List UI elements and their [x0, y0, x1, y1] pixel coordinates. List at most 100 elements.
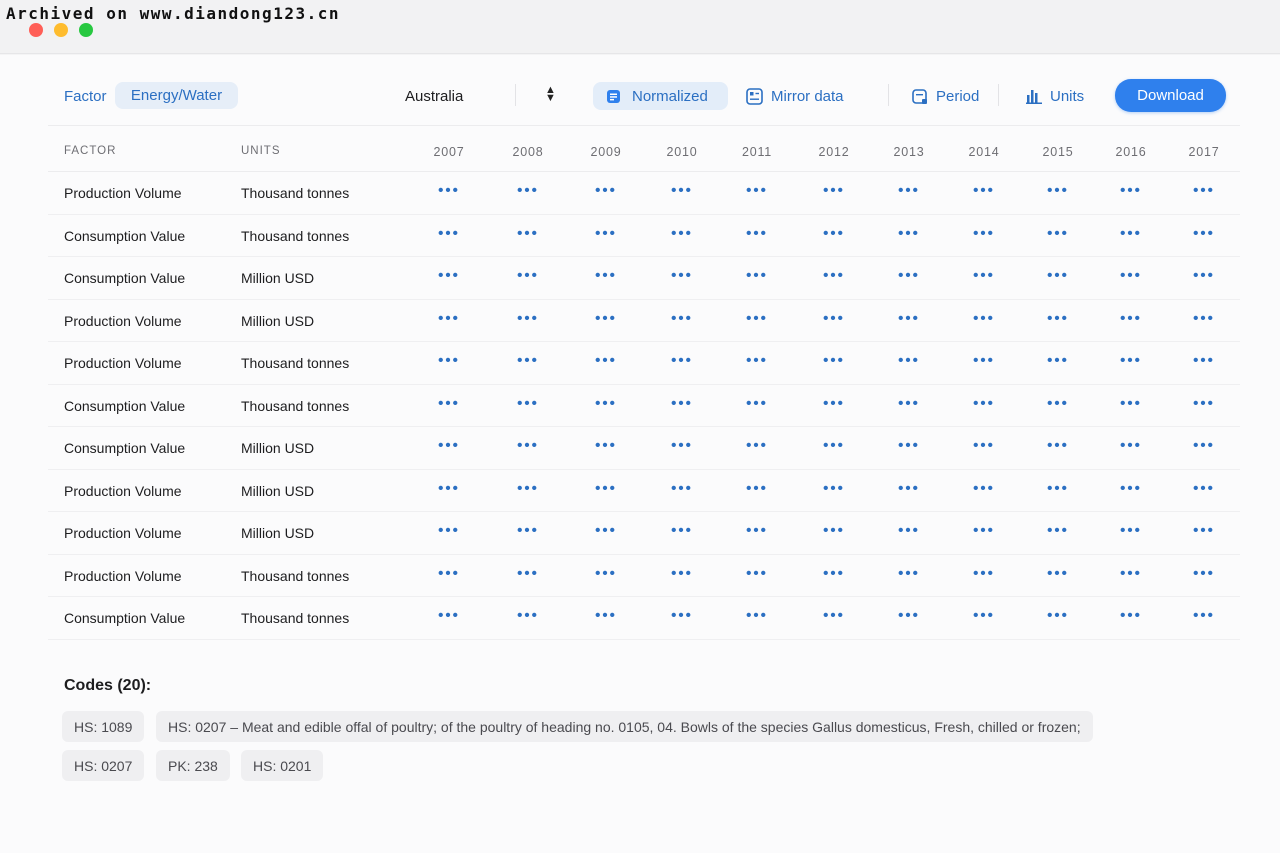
more-options-icon[interactable]: ••• — [1028, 396, 1088, 411]
more-options-icon[interactable]: ••• — [954, 566, 1014, 581]
mirror-data-button[interactable]: Mirror data — [746, 84, 844, 108]
more-options-icon[interactable]: ••• — [652, 523, 712, 538]
more-options-icon[interactable]: ••• — [727, 481, 787, 496]
more-options-icon[interactable]: ••• — [498, 396, 558, 411]
more-options-icon[interactable]: ••• — [1101, 481, 1161, 496]
more-options-icon[interactable]: ••• — [498, 183, 558, 198]
more-options-icon[interactable]: ••• — [419, 226, 479, 241]
more-options-icon[interactable]: ••• — [1101, 566, 1161, 581]
more-options-icon[interactable]: ••• — [1028, 183, 1088, 198]
more-options-icon[interactable]: ••• — [1028, 481, 1088, 496]
more-options-icon[interactable]: ••• — [1174, 608, 1234, 623]
more-options-icon[interactable]: ••• — [419, 438, 479, 453]
more-options-icon[interactable]: ••• — [419, 566, 479, 581]
more-options-icon[interactable]: ••• — [419, 396, 479, 411]
more-options-icon[interactable]: ••• — [576, 268, 636, 283]
more-options-icon[interactable]: ••• — [954, 523, 1014, 538]
more-options-icon[interactable]: ••• — [1028, 226, 1088, 241]
more-options-icon[interactable]: ••• — [1028, 523, 1088, 538]
code-chip[interactable]: HS: 0201 — [241, 750, 324, 781]
more-options-icon[interactable]: ••• — [879, 311, 939, 326]
more-options-icon[interactable]: ••• — [727, 523, 787, 538]
more-options-icon[interactable]: ••• — [498, 268, 558, 283]
more-options-icon[interactable]: ••• — [804, 396, 864, 411]
more-options-icon[interactable]: ••• — [419, 608, 479, 623]
more-options-icon[interactable]: ••• — [652, 268, 712, 283]
code-chip[interactable]: HS: 0207 — [62, 750, 145, 781]
more-options-icon[interactable]: ••• — [576, 226, 636, 241]
more-options-icon[interactable]: ••• — [1101, 268, 1161, 283]
more-options-icon[interactable]: ••• — [419, 523, 479, 538]
more-options-icon[interactable]: ••• — [1174, 311, 1234, 326]
more-options-icon[interactable]: ••• — [879, 608, 939, 623]
more-options-icon[interactable]: ••• — [954, 226, 1014, 241]
more-options-icon[interactable]: ••• — [727, 353, 787, 368]
more-options-icon[interactable]: ••• — [419, 481, 479, 496]
more-options-icon[interactable]: ••• — [498, 311, 558, 326]
more-options-icon[interactable]: ••• — [1028, 353, 1088, 368]
more-options-icon[interactable]: ••• — [576, 353, 636, 368]
more-options-icon[interactable]: ••• — [652, 396, 712, 411]
more-options-icon[interactable]: ••• — [879, 438, 939, 453]
more-options-icon[interactable]: ••• — [879, 523, 939, 538]
more-options-icon[interactable]: ••• — [1174, 481, 1234, 496]
more-options-icon[interactable]: ••• — [1174, 438, 1234, 453]
more-options-icon[interactable]: ••• — [954, 396, 1014, 411]
more-options-icon[interactable]: ••• — [804, 183, 864, 198]
more-options-icon[interactable]: ••• — [419, 183, 479, 198]
more-options-icon[interactable]: ••• — [498, 353, 558, 368]
more-options-icon[interactable]: ••• — [804, 226, 864, 241]
code-chip[interactable]: HS: 0207 – Meat and edible offal of poul… — [156, 711, 1093, 742]
more-options-icon[interactable]: ••• — [804, 268, 864, 283]
more-options-icon[interactable]: ••• — [419, 311, 479, 326]
more-options-icon[interactable]: ••• — [954, 608, 1014, 623]
more-options-icon[interactable]: ••• — [498, 438, 558, 453]
more-options-icon[interactable]: ••• — [498, 566, 558, 581]
factor-chip[interactable]: Energy/Water — [115, 82, 238, 109]
more-options-icon[interactable]: ••• — [1174, 268, 1234, 283]
more-options-icon[interactable]: ••• — [652, 183, 712, 198]
more-options-icon[interactable]: ••• — [1028, 311, 1088, 326]
more-options-icon[interactable]: ••• — [576, 183, 636, 198]
more-options-icon[interactable]: ••• — [498, 481, 558, 496]
period-button[interactable]: Period — [912, 84, 979, 108]
more-options-icon[interactable]: ••• — [652, 226, 712, 241]
more-options-icon[interactable]: ••• — [1101, 523, 1161, 538]
more-options-icon[interactable]: ••• — [419, 353, 479, 368]
more-options-icon[interactable]: ••• — [727, 566, 787, 581]
more-options-icon[interactable]: ••• — [954, 183, 1014, 198]
more-options-icon[interactable]: ••• — [576, 311, 636, 326]
maximize-window-button[interactable] — [79, 23, 93, 37]
download-button[interactable]: Download — [1115, 79, 1226, 112]
more-options-icon[interactable]: ••• — [879, 481, 939, 496]
more-options-icon[interactable]: ••• — [652, 566, 712, 581]
more-options-icon[interactable]: ••• — [804, 523, 864, 538]
more-options-icon[interactable]: ••• — [727, 226, 787, 241]
more-options-icon[interactable]: ••• — [879, 183, 939, 198]
units-button[interactable]: Units — [1026, 84, 1084, 108]
more-options-icon[interactable]: ••• — [804, 438, 864, 453]
more-options-icon[interactable]: ••• — [576, 481, 636, 496]
more-options-icon[interactable]: ••• — [879, 396, 939, 411]
more-options-icon[interactable]: ••• — [804, 481, 864, 496]
code-chip[interactable]: HS: 1089 — [62, 711, 145, 742]
more-options-icon[interactable]: ••• — [652, 311, 712, 326]
more-options-icon[interactable]: ••• — [804, 608, 864, 623]
more-options-icon[interactable]: ••• — [498, 608, 558, 623]
more-options-icon[interactable]: ••• — [1028, 608, 1088, 623]
more-options-icon[interactable]: ••• — [1174, 183, 1234, 198]
more-options-icon[interactable]: ••• — [879, 353, 939, 368]
more-options-icon[interactable]: ••• — [804, 311, 864, 326]
more-options-icon[interactable]: ••• — [1028, 566, 1088, 581]
more-options-icon[interactable]: ••• — [804, 566, 864, 581]
more-options-icon[interactable]: ••• — [727, 183, 787, 198]
more-options-icon[interactable]: ••• — [954, 438, 1014, 453]
more-options-icon[interactable]: ••• — [879, 226, 939, 241]
more-options-icon[interactable]: ••• — [652, 608, 712, 623]
more-options-icon[interactable]: ••• — [498, 523, 558, 538]
more-options-icon[interactable]: ••• — [1028, 438, 1088, 453]
more-options-icon[interactable]: ••• — [1174, 523, 1234, 538]
more-options-icon[interactable]: ••• — [954, 353, 1014, 368]
more-options-icon[interactable]: ••• — [652, 438, 712, 453]
more-options-icon[interactable]: ••• — [576, 566, 636, 581]
